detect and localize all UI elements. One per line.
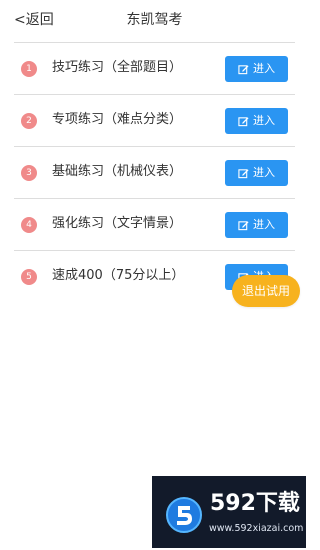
- number-badge: 1: [21, 61, 37, 77]
- header: <返回 东凯驾考: [0, 0, 309, 42]
- item-label: 基础练习（机械仪表）: [52, 164, 183, 179]
- enter-button[interactable]: 进入: [225, 160, 288, 186]
- number-badge: 5: [21, 269, 37, 285]
- enter-button[interactable]: 进入: [225, 108, 288, 134]
- enter-button-label: 进入: [253, 62, 275, 75]
- item-label: 技巧练习（全部题目）: [52, 60, 183, 75]
- edit-icon: [238, 116, 249, 127]
- edit-icon: [238, 220, 249, 231]
- edit-icon: [238, 64, 249, 75]
- list-item: 3 基础练习（机械仪表） 进入: [14, 147, 295, 199]
- item-label: 速成400（75分以上）: [52, 268, 185, 283]
- enter-button[interactable]: 进入: [225, 56, 288, 82]
- number-badge: 2: [21, 113, 37, 129]
- list-item: 2 专项练习（难点分类） 进入: [14, 95, 295, 147]
- list-item: 1 技巧练习（全部题目） 进入: [14, 43, 295, 95]
- item-label: 专项练习（难点分类）: [52, 112, 183, 127]
- watermark-url: www.592xiazai.com: [209, 523, 304, 534]
- enter-button-label: 进入: [253, 114, 275, 127]
- number-badge: 3: [21, 165, 37, 181]
- exit-trial-button[interactable]: 退出试用: [232, 275, 300, 307]
- list-item: 4 强化练习（文字情景） 进入: [14, 199, 295, 251]
- number-badge: 4: [21, 217, 37, 233]
- enter-button-label: 进入: [253, 166, 275, 179]
- edit-icon: [238, 168, 249, 179]
- watermark-brand: 592下载: [210, 491, 300, 516]
- practice-list: 1 技巧练习（全部题目） 进入 2 专项练习（难点分类） 进入 3 基础练习（机…: [14, 42, 295, 302]
- 592-logo-icon: [165, 496, 203, 534]
- enter-button[interactable]: 进入: [225, 212, 288, 238]
- page-title: 东凯驾考: [126, 12, 183, 28]
- watermark: 592下载 www.592xiazai.com: [152, 476, 306, 548]
- item-label: 强化练习（文字情景）: [52, 216, 183, 231]
- enter-button-label: 进入: [253, 218, 275, 231]
